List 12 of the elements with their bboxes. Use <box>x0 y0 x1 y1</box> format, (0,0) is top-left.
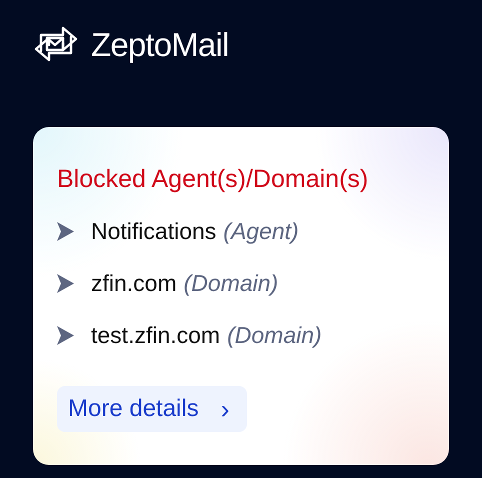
item-name: test.zfin.com <box>91 320 220 350</box>
more-details-button[interactable]: More details › <box>57 386 248 432</box>
item-type: (Agent) <box>223 216 299 246</box>
item-name: zfin.com <box>91 268 177 298</box>
triangle-bullet-icon <box>57 326 74 344</box>
triangle-bullet-icon <box>57 222 74 240</box>
card-title: Blocked Agent(s)/Domain(s) <box>57 164 370 195</box>
item-type: (Domain) <box>227 320 322 350</box>
item-type: (Domain) <box>184 268 278 298</box>
triangle-bullet-icon <box>57 274 74 292</box>
item-name: Notifications <box>91 216 216 246</box>
brand-name: ZeptoMail <box>91 28 228 60</box>
